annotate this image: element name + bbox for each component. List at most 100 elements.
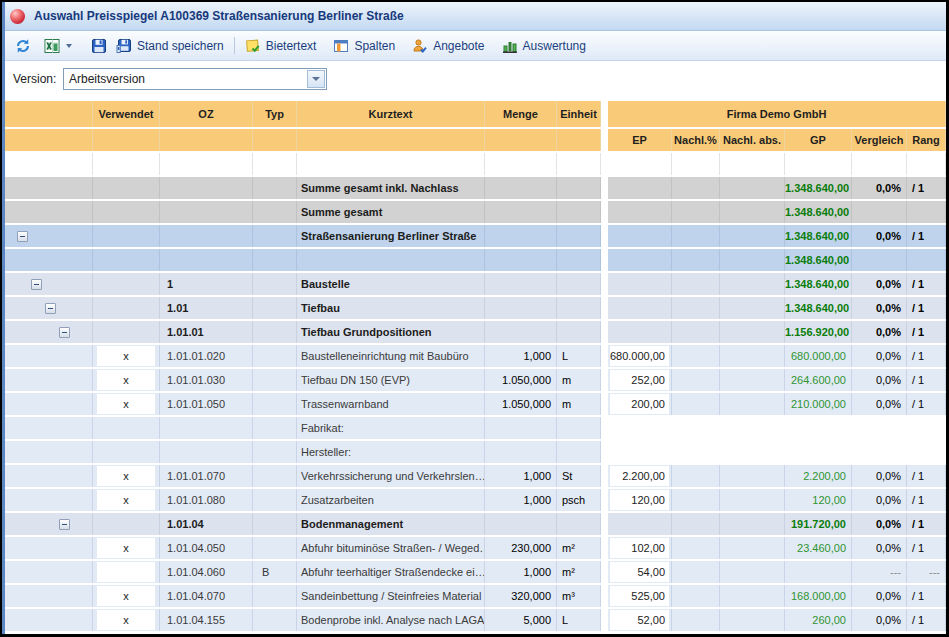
- cell-vergleich[interactable]: [852, 201, 907, 223]
- cell-oz[interactable]: [160, 153, 253, 175]
- cell-typ[interactable]: [253, 441, 297, 463]
- cell-typ[interactable]: [253, 321, 297, 343]
- cell-typ[interactable]: [253, 153, 297, 175]
- cell-typ[interactable]: [253, 249, 297, 271]
- cell-kurztext[interactable]: Straßensanierung Berliner Straße: [297, 225, 485, 247]
- cell-oz[interactable]: [160, 225, 253, 247]
- spalten-button[interactable]: Spalten: [330, 36, 398, 56]
- cell-ep[interactable]: 680.000,00: [608, 345, 672, 367]
- cell-rang[interactable]: / 1: [907, 369, 946, 391]
- verwendet-checkbox[interactable]: x: [97, 490, 155, 510]
- cell-oz[interactable]: 1.01: [160, 297, 253, 319]
- cell-vergleich[interactable]: [852, 153, 907, 175]
- cell-einheit[interactable]: m²: [557, 561, 601, 583]
- cell-vergleich[interactable]: 0,0%: [852, 369, 907, 391]
- cell-kurztext[interactable]: Summe gesamt inkl. Nachlass: [297, 177, 485, 199]
- cell-verwendet[interactable]: x: [93, 465, 160, 487]
- ep-input[interactable]: 52,00: [610, 610, 669, 630]
- tree-collapse-icon[interactable]: [31, 279, 42, 290]
- cell-typ[interactable]: [253, 537, 297, 559]
- cell-ep[interactable]: 52,00: [608, 609, 672, 631]
- cell-nachl-pct[interactable]: [672, 489, 720, 511]
- cell-nachl-abs[interactable]: [720, 537, 785, 559]
- cell-verwendet[interactable]: [93, 273, 160, 295]
- cell-vergleich[interactable]: 0,0%: [852, 321, 907, 343]
- cell-ep[interactable]: 525,00: [608, 585, 672, 607]
- cell-gp[interactable]: 1.348.640,00: [785, 201, 852, 223]
- cell-oz[interactable]: 1.01.04.060: [160, 561, 253, 583]
- angebote-button[interactable]: Angebote: [409, 36, 487, 56]
- cell-nachl-pct[interactable]: [672, 273, 720, 295]
- cell-verwendet[interactable]: [93, 297, 160, 319]
- cell-nachl-abs[interactable]: [720, 321, 785, 343]
- cell-nachl-abs[interactable]: [720, 345, 785, 367]
- cell-rang[interactable]: [907, 201, 946, 223]
- cell-typ[interactable]: [253, 513, 297, 535]
- cell-rang[interactable]: / 1: [907, 465, 946, 487]
- cell-menge[interactable]: [485, 225, 557, 247]
- cell-einheit[interactable]: [557, 297, 601, 319]
- cell-kurztext[interactable]: Abfuhr bituminöse Straßen- / Weged…: [297, 537, 485, 559]
- cell-menge[interactable]: 230,000: [485, 537, 557, 559]
- stand-speichern-button[interactable]: Stand speichern: [113, 36, 227, 56]
- cell-menge[interactable]: 1,000: [485, 561, 557, 583]
- verwendet-checkbox[interactable]: x: [97, 394, 155, 414]
- cell-kurztext[interactable]: Baustelle: [297, 273, 485, 295]
- cell-oz[interactable]: 1.01.01.070: [160, 465, 253, 487]
- cell-einheit[interactable]: [557, 177, 601, 199]
- cell-nachl-abs[interactable]: [720, 369, 785, 391]
- cell-gp[interactable]: 260,00: [785, 609, 852, 631]
- cell-nachl-abs[interactable]: [720, 249, 785, 271]
- header-menge[interactable]: Menge: [485, 101, 557, 127]
- save-button[interactable]: [88, 36, 110, 56]
- cell-typ[interactable]: [253, 489, 297, 511]
- cell-nachl-pct[interactable]: [672, 393, 720, 415]
- ep-input[interactable]: 54,00: [610, 562, 669, 582]
- cell-text-input-span[interactable]: [608, 441, 946, 463]
- cell-verwendet[interactable]: [93, 513, 160, 535]
- cell-vergleich[interactable]: 0,0%: [852, 465, 907, 487]
- cell-kurztext[interactable]: Trassenwarnband: [297, 393, 485, 415]
- cell-vergleich[interactable]: 0,0%: [852, 297, 907, 319]
- cell-vergleich[interactable]: 0,0%: [852, 537, 907, 559]
- cell-kurztext[interactable]: Hersteller:: [297, 441, 485, 463]
- cell-verwendet[interactable]: [93, 417, 160, 439]
- cell-einheit[interactable]: [557, 153, 601, 175]
- cell-nachl-pct[interactable]: [672, 153, 720, 175]
- cell-menge[interactable]: 5,000: [485, 609, 557, 631]
- header-sub-nachlabs[interactable]: Nachl. abs.: [720, 129, 785, 151]
- cell-verwendet[interactable]: x: [93, 369, 160, 391]
- cell-nachl-pct[interactable]: [672, 561, 720, 583]
- cell-rang[interactable]: / 1: [907, 585, 946, 607]
- tree-collapse-icon[interactable]: [17, 231, 28, 242]
- version-combobox[interactable]: Arbeitsversion: [63, 68, 327, 90]
- cell-verwendet[interactable]: [93, 177, 160, 199]
- cell-rang[interactable]: / 1: [907, 297, 946, 319]
- cell-kurztext[interactable]: Tiefbau: [297, 297, 485, 319]
- cell-rang[interactable]: [907, 249, 946, 271]
- cell-einheit[interactable]: [557, 225, 601, 247]
- cell-vergleich[interactable]: 0,0%: [852, 609, 907, 631]
- cell-vergleich[interactable]: 0,0%: [852, 273, 907, 295]
- cell-nachl-pct[interactable]: [672, 369, 720, 391]
- cell-gp[interactable]: [785, 561, 852, 583]
- cell-oz[interactable]: 1.01.04: [160, 513, 253, 535]
- cell-ep[interactable]: 54,00: [608, 561, 672, 583]
- verwendet-checkbox[interactable]: x: [97, 466, 155, 486]
- cell-menge[interactable]: [485, 417, 557, 439]
- header-sub-rang[interactable]: Rang: [907, 129, 946, 151]
- verwendet-checkbox[interactable]: x: [97, 370, 155, 390]
- header-typ[interactable]: Typ: [253, 101, 297, 127]
- cell-vergleich[interactable]: 0,0%: [852, 489, 907, 511]
- auswertung-button[interactable]: Auswertung: [499, 36, 589, 56]
- cell-rang[interactable]: / 1: [907, 321, 946, 343]
- cell-verwendet[interactable]: [93, 249, 160, 271]
- cell-gp[interactable]: [785, 153, 852, 175]
- cell-rang[interactable]: / 1: [907, 345, 946, 367]
- verwendet-checkbox[interactable]: x: [97, 346, 155, 366]
- cell-rang[interactable]: [907, 153, 946, 175]
- cell-einheit[interactable]: [557, 201, 601, 223]
- cell-einheit[interactable]: [557, 513, 601, 535]
- cell-ep[interactable]: 102,00: [608, 537, 672, 559]
- cell-rang[interactable]: / 1: [907, 225, 946, 247]
